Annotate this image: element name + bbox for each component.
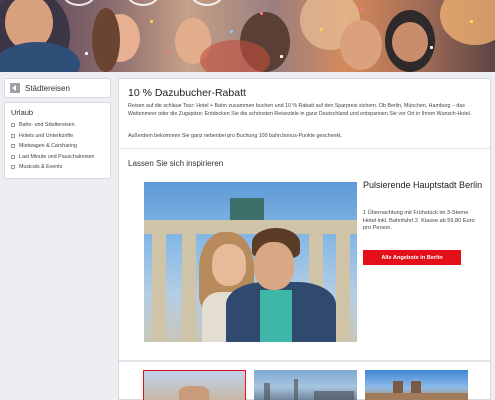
- sidebar-item-hotels[interactable]: Hotels und Unterkünfte: [11, 131, 104, 142]
- sidebar-item-label: Bahn- und Städtereisen: [19, 122, 75, 129]
- list-square-icon: [11, 144, 15, 149]
- sidebar-title: Urlaub: [11, 108, 34, 117]
- main-content-panel: 10 % Dazubucher-Rabatt Reisen auf die sc…: [118, 78, 491, 400]
- offer-description: 1 Übernachtung mit Frühstück im 3-Sterne…: [363, 210, 475, 232]
- chevron-left-icon: [10, 83, 20, 93]
- sidebar-item-label: Last Minute und Pauschalreisen: [19, 153, 95, 160]
- bonus-points-text: Außerdem bekommen Sie ganz nebenbei pro …: [128, 133, 343, 139]
- list-square-icon: [11, 165, 15, 170]
- list-square-icon: [11, 123, 15, 128]
- sidebar-item-bahn-staedtereisen[interactable]: Bahn- und Städtereisen: [11, 120, 104, 131]
- back-link-staedtereisen[interactable]: Städtereisen: [4, 78, 111, 98]
- list-square-icon: [11, 133, 15, 138]
- destination-thumbnail-muenchen[interactable]: [365, 370, 468, 400]
- list-square-icon: [11, 154, 15, 159]
- destination-thumbnail-berlin[interactable]: [143, 370, 246, 400]
- sidebar-item-last-minute[interactable]: Last Minute und Pauschalreisen: [11, 152, 104, 163]
- sidebar-item-label: Musicals & Events: [19, 164, 63, 171]
- berlin-offer-image[interactable]: [144, 182, 357, 342]
- sidebar-item-musicals[interactable]: Musicals & Events: [11, 162, 104, 173]
- intro-text: Reisen auf die schlaue Tour: Hotel + Bah…: [128, 103, 472, 117]
- offer-city-title: Pulsierende Hauptstadt Berlin: [363, 180, 483, 190]
- sidebar-nav: Urlaub Bahn- und Städtereisen Hotels und…: [4, 102, 111, 179]
- sidebar-item-mietwagen[interactable]: Mietwagen & Carsharing: [11, 141, 104, 152]
- section-divider: [119, 360, 490, 362]
- sidebar-item-label: Hotels und Unterkünfte: [19, 132, 74, 139]
- back-link-label: Städtereisen: [25, 83, 70, 93]
- section-divider: [119, 148, 490, 149]
- sidebar-item-label: Mietwagen & Carsharing: [19, 143, 77, 150]
- destination-thumbnail-hamburg[interactable]: [254, 370, 357, 400]
- page-title: 10 % Dazubucher-Rabatt: [128, 87, 246, 99]
- inspire-heading: Lassen Sie sich inspirieren: [128, 159, 224, 168]
- all-offers-berlin-button[interactable]: Alle Angebote in Berlin: [363, 250, 461, 265]
- hero-banner: [0, 0, 495, 72]
